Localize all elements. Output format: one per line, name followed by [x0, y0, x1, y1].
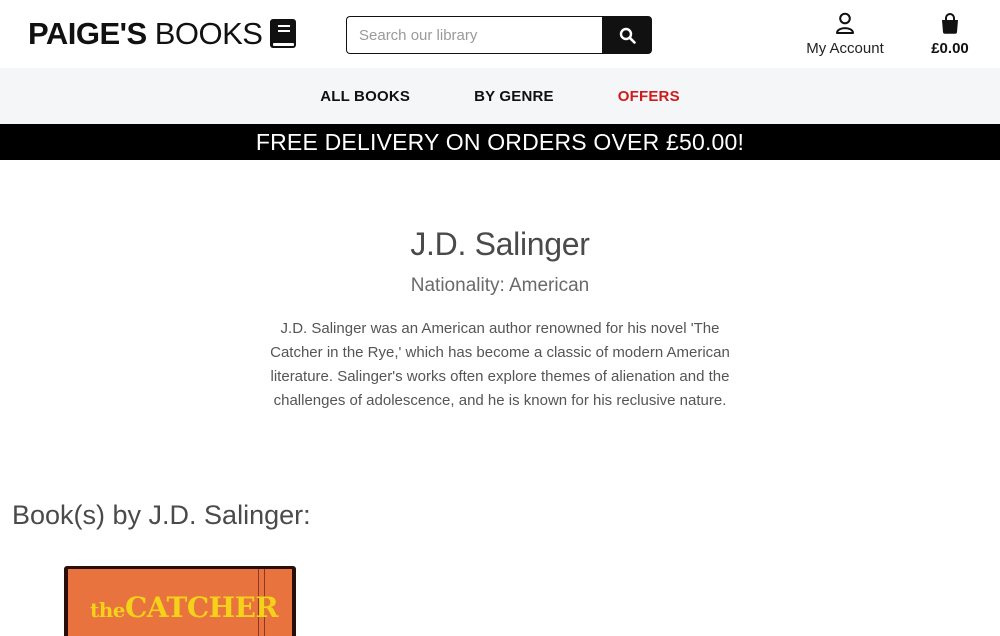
- author-bio: J.D. Salinger was an American author ren…: [270, 320, 730, 409]
- site-logo[interactable]: PAIGE'S BOOKS: [28, 16, 298, 52]
- shopping-bag-icon: [920, 12, 980, 36]
- delivery-banner-text: FREE DELIVERY ON ORDERS OVER £50.00!: [255, 128, 745, 155]
- bag-total: £0.00: [931, 40, 969, 57]
- shopping-bag-link[interactable]: £0.00: [920, 12, 980, 57]
- nav-offers[interactable]: OFFERS: [618, 88, 680, 105]
- search-icon: [619, 27, 636, 44]
- cover-title: theCATCHER: [90, 591, 279, 624]
- my-account-label: My Account: [806, 40, 884, 57]
- site-header: PAIGE'S BOOKS Search our library My Acco…: [0, 0, 1000, 68]
- main-nav: ALL BOOKS BY GENRE OFFERS: [0, 68, 1000, 124]
- author-name: J.D. Salinger: [410, 226, 590, 262]
- author-nationality: Nationality: American: [410, 275, 590, 296]
- logo-text-bold: PAIGE'S: [28, 16, 147, 51]
- search-input[interactable]: [346, 16, 602, 54]
- my-account-link[interactable]: My Account: [800, 12, 890, 57]
- author-profile: J.D. Salinger Nationality: American J.D.…: [0, 226, 1000, 413]
- nav-by-genre[interactable]: BY GENRE: [474, 88, 554, 105]
- user-icon: [800, 12, 890, 36]
- book-cover-catcher-in-the-rye[interactable]: theCATCHER: [64, 566, 296, 636]
- book-cover-art: theCATCHER: [68, 569, 292, 636]
- cover-title-word: CATCHER: [125, 591, 279, 624]
- search-button[interactable]: [602, 16, 652, 54]
- logo-text-light: BOOKS: [154, 16, 263, 51]
- nav-all-books[interactable]: ALL BOOKS: [320, 88, 410, 105]
- delivery-banner: FREE DELIVERY ON ORDERS OVER £50.00!: [0, 124, 1000, 160]
- books-heading: Book(s) by J.D. Salinger:: [12, 500, 311, 530]
- search-form: [346, 16, 652, 54]
- book-icon: [268, 18, 298, 50]
- cover-title-word: the: [90, 598, 126, 622]
